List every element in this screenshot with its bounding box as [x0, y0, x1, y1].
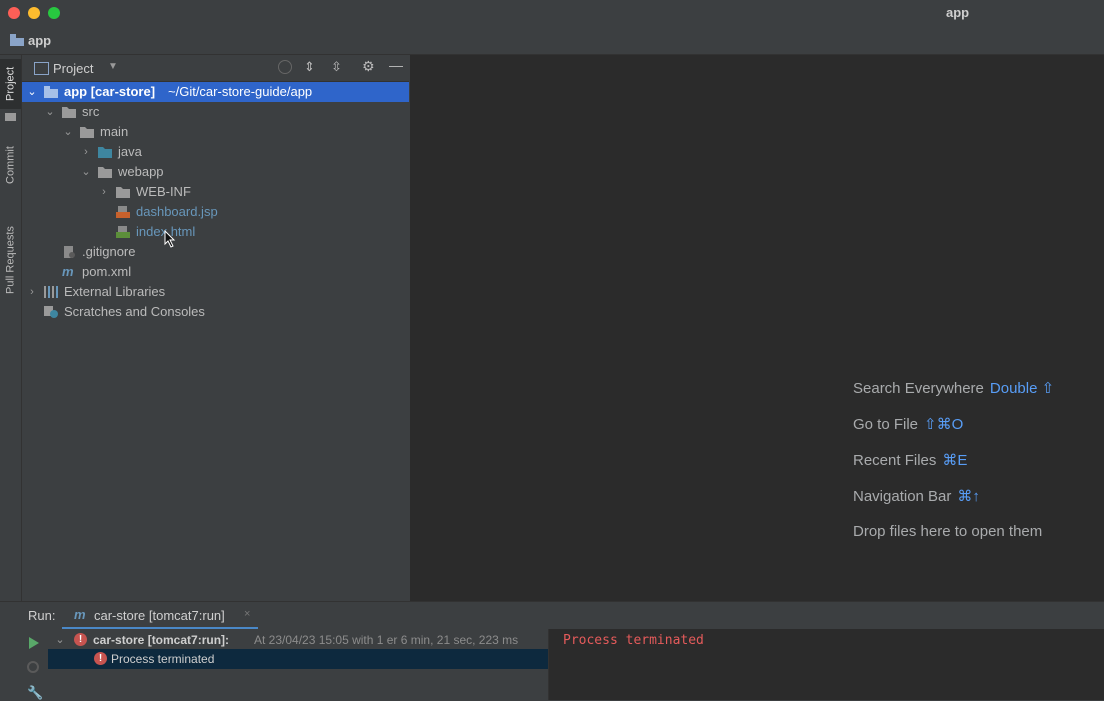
run-tab[interactable]: m car-store [tomcat7:run] × [62, 602, 258, 630]
folder-icon [116, 187, 130, 198]
folder-icon [98, 167, 112, 178]
tree-item-webapp[interactable]: ⌄ webapp [22, 162, 409, 182]
error-icon: ! [74, 633, 87, 646]
project-view-title[interactable]: Project [53, 61, 93, 76]
chevron-down-icon[interactable]: ⌄ [44, 102, 56, 122]
locate-icon[interactable] [278, 60, 292, 74]
tree-item-java[interactable]: › java [22, 142, 409, 162]
chevron-down-icon[interactable]: ⌄ [62, 122, 74, 142]
chevron-down-icon[interactable]: ⌄ [26, 82, 38, 102]
console-output: Process terminated [563, 633, 704, 648]
tree-item-src[interactable]: ⌄ src [22, 102, 409, 122]
hint-drop-files: Drop files here to open them [853, 523, 1043, 540]
project-folder-icon [5, 113, 16, 121]
source-folder-icon [98, 147, 112, 158]
breadcrumb-app[interactable]: app [28, 33, 51, 48]
run-tree: ⌄ ! car-store [tomcat7:run]: At 23/04/23… [48, 629, 549, 700]
hint-search-everywhere: Search Everywhere Double ⇧ [853, 380, 1055, 397]
maven-icon: m [62, 264, 74, 279]
html-file-icon [116, 226, 130, 238]
gear-icon[interactable]: ⚙ [362, 58, 375, 75]
tree-item-dashboard-jsp[interactable]: dashboard.jsp [22, 202, 409, 222]
run-tool-window-header: Run: m car-store [tomcat7:run] × [0, 601, 1104, 630]
ignore-file-icon [64, 246, 75, 258]
window-title: app [946, 5, 970, 20]
maximize-window-button[interactable] [48, 7, 60, 19]
maven-icon: m [74, 607, 86, 622]
chevron-right-icon[interactable]: › [98, 182, 110, 202]
tree-item-index-html[interactable]: index.html [22, 222, 409, 248]
wrench-icon[interactable]: 🔧 [27, 685, 43, 701]
scratches-icon [44, 306, 58, 318]
left-tool-strip: Project Commit Pull Requests [0, 55, 22, 601]
tree-item-main[interactable]: ⌄ main [22, 122, 409, 142]
library-icon [44, 286, 58, 298]
tree-item-app[interactable]: ⌄ app [car-store] ~/Git/car-store-guide/… [22, 82, 409, 102]
run-label: Run: [28, 608, 56, 623]
chevron-right-icon[interactable]: › [80, 142, 92, 162]
tab-commit[interactable]: Commit [0, 135, 21, 195]
folder-icon [62, 107, 76, 118]
stop-icon[interactable] [27, 661, 39, 673]
title-bar: app [0, 0, 1104, 26]
chevron-down-icon[interactable]: ⌄ [80, 162, 92, 182]
editor-empty-area[interactable]: Search Everywhere Double ⇧ Go to File ⇧⌘O … [410, 55, 1104, 601]
rerun-icon[interactable] [28, 637, 40, 649]
tree-item-gitignore[interactable]: .gitignore [22, 242, 409, 262]
run-entry[interactable]: ⌄ ! car-store [tomcat7:run]: At 23/04/23… [48, 630, 548, 650]
chevron-right-icon[interactable]: › [26, 282, 38, 302]
project-panel: Project ▼ ⇕ ⇳ ⚙ — ⌄ app [car-store] ~/Gi… [22, 55, 409, 601]
hide-panel-icon[interactable]: — [389, 57, 403, 73]
hint-recent-files: Recent Files ⌘E [853, 452, 968, 469]
collapse-all-icon[interactable]: ⇳ [331, 59, 342, 75]
hint-go-to-file: Go to File ⇧⌘O [853, 416, 964, 433]
hint-navigation-bar: Navigation Bar ⌘↑ [853, 488, 980, 505]
run-entry-child[interactable]: ! Process terminated [48, 649, 548, 669]
run-toolbar: 🔧 [0, 629, 48, 700]
tree-item-web-inf[interactable]: › WEB-INF [22, 182, 409, 202]
tree-item-external-libraries[interactable]: › External Libraries [22, 282, 409, 302]
module-icon [10, 34, 24, 46]
project-panel-header: Project ▼ ⇕ ⇳ ⚙ — [22, 55, 409, 82]
close-icon[interactable]: × [244, 608, 250, 620]
expand-all-icon[interactable]: ⇕ [304, 59, 315, 75]
tree-item-scratches[interactable]: Scratches and Consoles [22, 302, 409, 322]
module-folder-icon [44, 86, 58, 98]
close-window-button[interactable] [8, 7, 20, 19]
tab-project[interactable]: Project [0, 59, 21, 109]
error-icon: ! [94, 652, 107, 665]
tree-item-pom-xml[interactable]: m pom.xml [22, 262, 409, 282]
run-console[interactable]: Process terminated [549, 629, 1104, 700]
chevron-down-icon[interactable]: ⌄ [54, 630, 66, 650]
folder-icon [80, 127, 94, 138]
minimize-window-button[interactable] [28, 7, 40, 19]
navigation-bar: app [0, 26, 1104, 55]
project-view-icon [34, 62, 49, 75]
tab-pull-requests[interactable]: Pull Requests [0, 213, 21, 308]
jsp-file-icon [116, 206, 130, 218]
chevron-down-icon[interactable]: ▼ [108, 61, 118, 72]
